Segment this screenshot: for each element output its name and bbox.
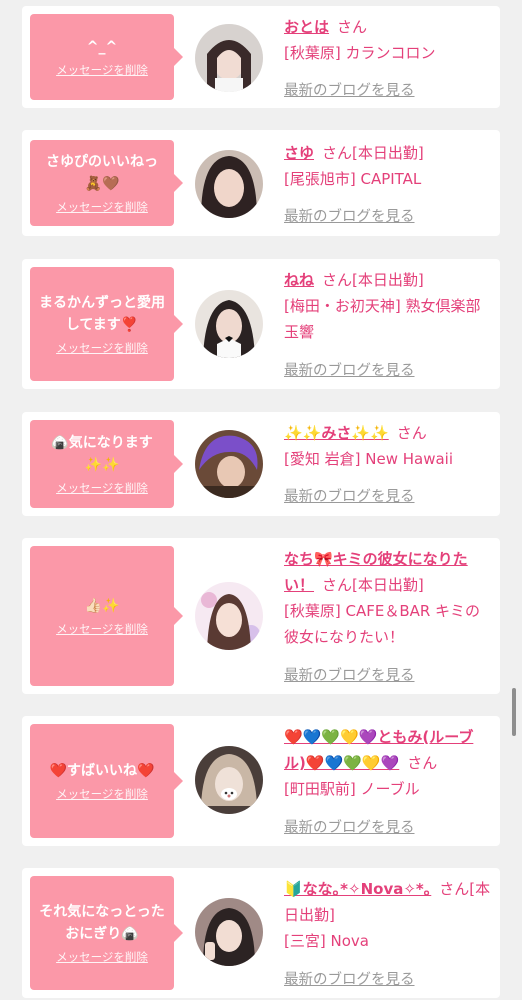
girl-name-link[interactable]: ねね bbox=[284, 271, 314, 289]
message-bubble: 👍🏻✨ メッセージを削除 bbox=[30, 546, 183, 686]
message-text: ^_^ bbox=[86, 39, 118, 55]
delete-message-link[interactable]: メッセージを削除 bbox=[56, 480, 148, 496]
list-item: ^_^ メッセージを削除 おとは さん [秋葉原] カランコロン 最新のブログを見… bbox=[22, 6, 500, 108]
profile-info: ✨✨みさ✨✨ さん [愛知 岩倉] New Hawaii bbox=[284, 420, 494, 472]
blog-link[interactable]: 最新のブログを見る bbox=[284, 816, 415, 837]
status-badge: [本日出勤] bbox=[352, 144, 424, 162]
message-bubble: まるかんずっと愛用してます❣️ メッセージを削除 bbox=[30, 267, 183, 381]
profile-info: 🔰なな｡*✧Nova✧*｡ さん[本日出勤] [三宮] Nova bbox=[284, 876, 494, 954]
avatar[interactable] bbox=[195, 430, 263, 498]
message-bubble: ^_^ メッセージを削除 bbox=[30, 14, 183, 100]
blog-link[interactable]: 最新のブログを見る bbox=[284, 205, 415, 226]
message-text: さゆぴのいいねっ 🧸🤎 bbox=[46, 154, 158, 192]
scrollbar[interactable] bbox=[512, 688, 516, 736]
shop-info: [秋葉原] CAFE＆BAR キミの彼女になりたい！ bbox=[284, 602, 481, 646]
avatar[interactable] bbox=[195, 582, 263, 650]
avatar[interactable] bbox=[195, 290, 263, 358]
girl-name-link[interactable]: さゆ bbox=[284, 144, 314, 162]
girl-name-link[interactable]: ❤️💙💚💛💜ともみ(ルーブル)❤️💙💚💛💜 bbox=[284, 728, 473, 772]
shop-info: [三宮] Nova bbox=[284, 932, 369, 950]
honorific: さん bbox=[322, 144, 353, 162]
honorific: さん bbox=[439, 880, 470, 898]
message-bubble: それ気になっとったおにぎり🍙 メッセージを削除 bbox=[30, 876, 183, 990]
list-item: さゆぴのいいねっ 🧸🤎 メッセージを削除 さゆ さん[本日出勤] [尾張旭市] C… bbox=[22, 130, 500, 236]
blog-link[interactable]: 最新のブログを見る bbox=[284, 664, 415, 685]
avatar[interactable] bbox=[195, 898, 263, 966]
honorific: さん bbox=[322, 576, 353, 594]
message-bubble: さゆぴのいいねっ 🧸🤎 メッセージを削除 bbox=[30, 140, 183, 226]
honorific: さん bbox=[407, 754, 438, 772]
shop-info: [秋葉原] カランコロン bbox=[284, 44, 436, 62]
blog-link[interactable]: 最新のブログを見る bbox=[284, 359, 415, 380]
delete-message-link[interactable]: メッセージを削除 bbox=[56, 62, 148, 78]
message-bubble: 🍙気になります ✨✨ メッセージを削除 bbox=[30, 420, 183, 508]
status-badge: [本日出勤] bbox=[352, 271, 424, 289]
profile-info: ❤️💙💚💛💜ともみ(ルーブル)❤️💙💚💛💜 さん [町田駅前] ノーブル bbox=[284, 724, 494, 802]
girl-name-link[interactable]: 🔰なな｡*✧Nova✧*｡ bbox=[284, 880, 431, 898]
list-item: 🍙気になります ✨✨ メッセージを削除 ✨✨みさ✨✨ さん [愛知 岩倉] New… bbox=[22, 412, 500, 516]
profile-info: おとは さん [秋葉原] カランコロン bbox=[284, 14, 494, 66]
blog-link[interactable]: 最新のブログを見る bbox=[284, 485, 415, 506]
message-text: 🍙気になります ✨✨ bbox=[51, 435, 153, 473]
shop-info: [愛知 岩倉] New Hawaii bbox=[284, 450, 453, 468]
shop-info: [町田駅前] ノーブル bbox=[284, 780, 420, 798]
girl-name-link[interactable]: ✨✨みさ✨✨ bbox=[284, 424, 389, 442]
honorific: さん bbox=[322, 271, 353, 289]
delete-message-link[interactable]: メッセージを削除 bbox=[56, 340, 148, 356]
honorific: さん bbox=[396, 424, 427, 442]
shop-info: [梅田・お初天神] 熟女倶楽部 玉響 bbox=[284, 297, 481, 341]
blog-link[interactable]: 最新のブログを見る bbox=[284, 968, 415, 989]
message-text: ❤️すばいいね❤️ bbox=[49, 763, 155, 779]
avatar[interactable] bbox=[195, 150, 263, 218]
delete-message-link[interactable]: メッセージを削除 bbox=[56, 199, 148, 215]
profile-info: なち🎀キミの彼女になりたい！ さん[本日出勤] [秋葉原] CAFE＆BAR キミ… bbox=[284, 546, 494, 650]
list-item: まるかんずっと愛用してます❣️ メッセージを削除 ねね さん[本日出勤] [梅田・… bbox=[22, 259, 500, 389]
avatar[interactable] bbox=[195, 746, 263, 814]
status-badge: [本日出勤] bbox=[352, 576, 424, 594]
list-item: それ気になっとったおにぎり🍙 メッセージを削除 🔰なな｡*✧Nova✧*｡ さん [… bbox=[22, 868, 500, 998]
girl-name-link[interactable]: おとは bbox=[284, 18, 329, 36]
message-text: 👍🏻✨ bbox=[84, 598, 120, 614]
list-item: 👍🏻✨ メッセージを削除 なち🎀キミの彼女になりたい！ さん[本日出勤] [秋葉原… bbox=[22, 538, 500, 694]
delete-message-link[interactable]: メッセージを削除 bbox=[56, 621, 148, 637]
delete-message-link[interactable]: メッセージを削除 bbox=[56, 786, 148, 802]
list-item: ❤️すばいいね❤️ メッセージを削除 ❤️💙💚💛💜ともみ(ルーブル)❤️💙💚💛💜… bbox=[22, 716, 500, 846]
honorific: さん bbox=[337, 18, 368, 36]
blog-link[interactable]: 最新のブログを見る bbox=[284, 79, 415, 100]
shop-info: [尾張旭市] CAPITAL bbox=[284, 170, 422, 188]
message-bubble: ❤️すばいいね❤️ メッセージを削除 bbox=[30, 724, 183, 838]
profile-info: さゆ さん[本日出勤] [尾張旭市] CAPITAL bbox=[284, 140, 494, 192]
delete-message-link[interactable]: メッセージを削除 bbox=[56, 949, 148, 965]
message-text: それ気になっとったおにぎり🍙 bbox=[39, 904, 165, 942]
favorite-list: ^_^ メッセージを削除 おとは さん [秋葉原] カランコロン 最新のブログを見… bbox=[0, 0, 522, 1000]
profile-info: ねね さん[本日出勤] [梅田・お初天神] 熟女倶楽部 玉響 bbox=[284, 267, 494, 345]
message-text: まるかんずっと愛用してます❣️ bbox=[39, 295, 165, 333]
avatar[interactable] bbox=[195, 24, 263, 92]
